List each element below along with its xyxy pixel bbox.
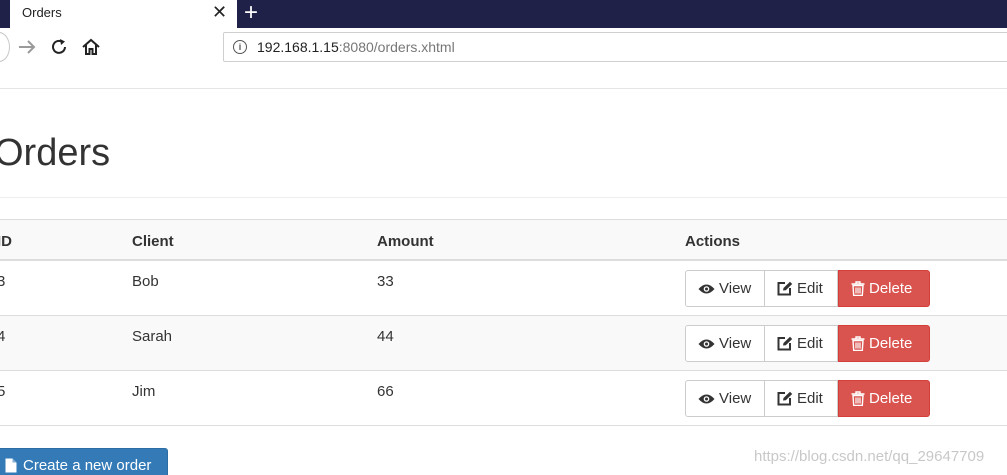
info-icon[interactable]: i (233, 40, 247, 54)
view-button[interactable]: View (685, 325, 765, 362)
create-order-button[interactable]: Create a new order (0, 448, 168, 475)
watermark: https://blog.csdn.net/qq_29647709 (754, 448, 985, 465)
edit-button[interactable]: Edit (765, 270, 838, 307)
delete-button[interactable]: Delete (838, 380, 930, 417)
table-row: 3 Bob 33 View Edit Delete (0, 261, 1007, 316)
edit-icon (777, 281, 793, 296)
eye-icon (698, 394, 715, 403)
table-row: 5 Jim 66 View Edit Delete (0, 371, 1007, 426)
reload-icon[interactable] (48, 36, 70, 58)
header-client: Client (132, 233, 174, 250)
tab-title: Orders (22, 5, 62, 20)
cell-amount: 66 (377, 383, 394, 400)
url-text[interactable]: 192.168.1.15:8080/orders.xhtml (257, 39, 455, 55)
cell-client: Sarah (132, 328, 173, 345)
tab-strip: Orders ✕ + (0, 0, 1007, 28)
edit-icon (777, 391, 793, 406)
cell-amount: 44 (377, 328, 394, 345)
view-label: View (719, 335, 752, 352)
delete-label: Delete (869, 280, 913, 297)
cell-client: Bob (132, 273, 159, 290)
view-label: View (719, 390, 752, 407)
edit-button[interactable]: Edit (765, 325, 838, 362)
edit-button[interactable]: Edit (765, 380, 838, 417)
orders-table: ID Client Amount Actions 3 Bob 33 View E… (0, 219, 1007, 426)
row-actions: View Edit Delete (685, 325, 930, 362)
file-icon (5, 458, 17, 472)
row-actions: View Edit Delete (685, 270, 930, 307)
edit-label: Edit (797, 335, 823, 352)
tab-orders[interactable]: Orders ✕ (0, 0, 237, 28)
create-order-label: Create a new order (23, 456, 152, 474)
delete-label: Delete (869, 390, 913, 407)
view-button[interactable]: View (685, 380, 765, 417)
row-actions: View Edit Delete (685, 380, 930, 417)
edit-label: Edit (797, 280, 823, 297)
page-title: Orders (0, 132, 111, 174)
edit-icon (777, 336, 793, 351)
edit-label: Edit (797, 390, 823, 407)
table-header: ID Client Amount Actions (0, 219, 1007, 261)
view-button[interactable]: View (685, 270, 765, 307)
home-icon[interactable] (80, 36, 102, 58)
browser-toolbar: i 192.168.1.15:8080/orders.xhtml (0, 28, 1007, 66)
delete-button[interactable]: Delete (838, 325, 930, 362)
address-bar[interactable]: i 192.168.1.15:8080/orders.xhtml (223, 32, 1007, 62)
cell-id: 5 (0, 383, 6, 400)
view-label: View (719, 280, 752, 297)
cell-client: Jim (132, 383, 156, 400)
title-divider (0, 197, 1007, 198)
cell-id: 3 (0, 273, 6, 290)
delete-button[interactable]: Delete (838, 270, 930, 307)
header-amount: Amount (377, 233, 434, 250)
new-tab-icon[interactable]: + (244, 0, 258, 26)
back-button[interactable] (0, 32, 10, 62)
eye-icon (698, 284, 715, 293)
header-actions: Actions (685, 233, 741, 250)
trash-icon (851, 336, 865, 351)
header-id: ID (0, 233, 12, 250)
trash-icon (851, 391, 865, 406)
table-row: 4 Sarah 44 View Edit Delete (0, 316, 1007, 371)
tab-accent (0, 0, 10, 28)
url-path: :8080/orders.xhtml (338, 39, 455, 55)
delete-label: Delete (869, 335, 913, 352)
cell-id: 4 (0, 328, 6, 345)
url-host: 192.168.1.15 (257, 39, 339, 55)
trash-icon (851, 281, 865, 296)
tab-close-icon[interactable]: ✕ (212, 2, 227, 22)
forward-arrow-icon[interactable] (16, 36, 38, 58)
toolbar-divider (0, 88, 1007, 89)
cell-amount: 33 (377, 273, 394, 290)
eye-icon (698, 339, 715, 348)
